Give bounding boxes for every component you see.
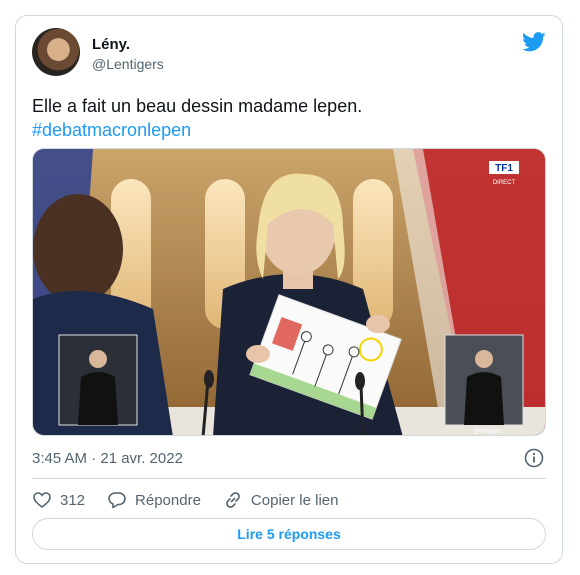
tweet-card: Lény. @Lentigers Elle a fait un beau des… xyxy=(15,15,563,564)
tweet-timestamp[interactable]: 3:45 AM · 21 avr. 2022 xyxy=(32,450,183,467)
author-name[interactable]: Lény. xyxy=(92,36,130,53)
hashtag-link[interactable]: #debatmacronlepen xyxy=(32,118,542,142)
tweet-body: Elle a fait un beau dessin madame lepen. xyxy=(32,96,363,116)
debate-scene-image: TF1 DIRECT @lentigers xyxy=(33,149,545,435)
twitter-bird-icon[interactable] xyxy=(522,32,546,52)
copy-link-label: Copier le lien xyxy=(250,491,339,509)
tweet-actions: 312 Répondre Copier le lien xyxy=(32,488,360,512)
read-replies-button[interactable]: Lire 5 réponses xyxy=(32,518,546,550)
info-icon[interactable] xyxy=(524,448,544,468)
likes-count: 312 xyxy=(60,491,86,509)
link-icon xyxy=(226,492,240,508)
copy-link-button[interactable]: Copier le lien xyxy=(223,490,339,510)
media-watermark: @lentigers xyxy=(473,429,502,435)
reply-label: Répondre xyxy=(135,491,201,509)
tweet-media-photo[interactable]: TF1 DIRECT @lentigers xyxy=(32,148,546,436)
like-button[interactable]: 312 xyxy=(32,490,85,510)
divider xyxy=(32,478,546,479)
channel-sublabel: DIRECT xyxy=(493,180,516,186)
avatar[interactable] xyxy=(32,28,80,76)
reply-button[interactable]: Répondre xyxy=(107,490,201,510)
author-handle[interactable]: @Lentigers xyxy=(92,56,164,72)
channel-logo: TF1 xyxy=(495,163,513,174)
reply-bubble-icon xyxy=(108,492,126,509)
tweet-text: Elle a fait un beau dessin madame lepen.… xyxy=(32,94,542,142)
heart-icon xyxy=(33,492,51,509)
